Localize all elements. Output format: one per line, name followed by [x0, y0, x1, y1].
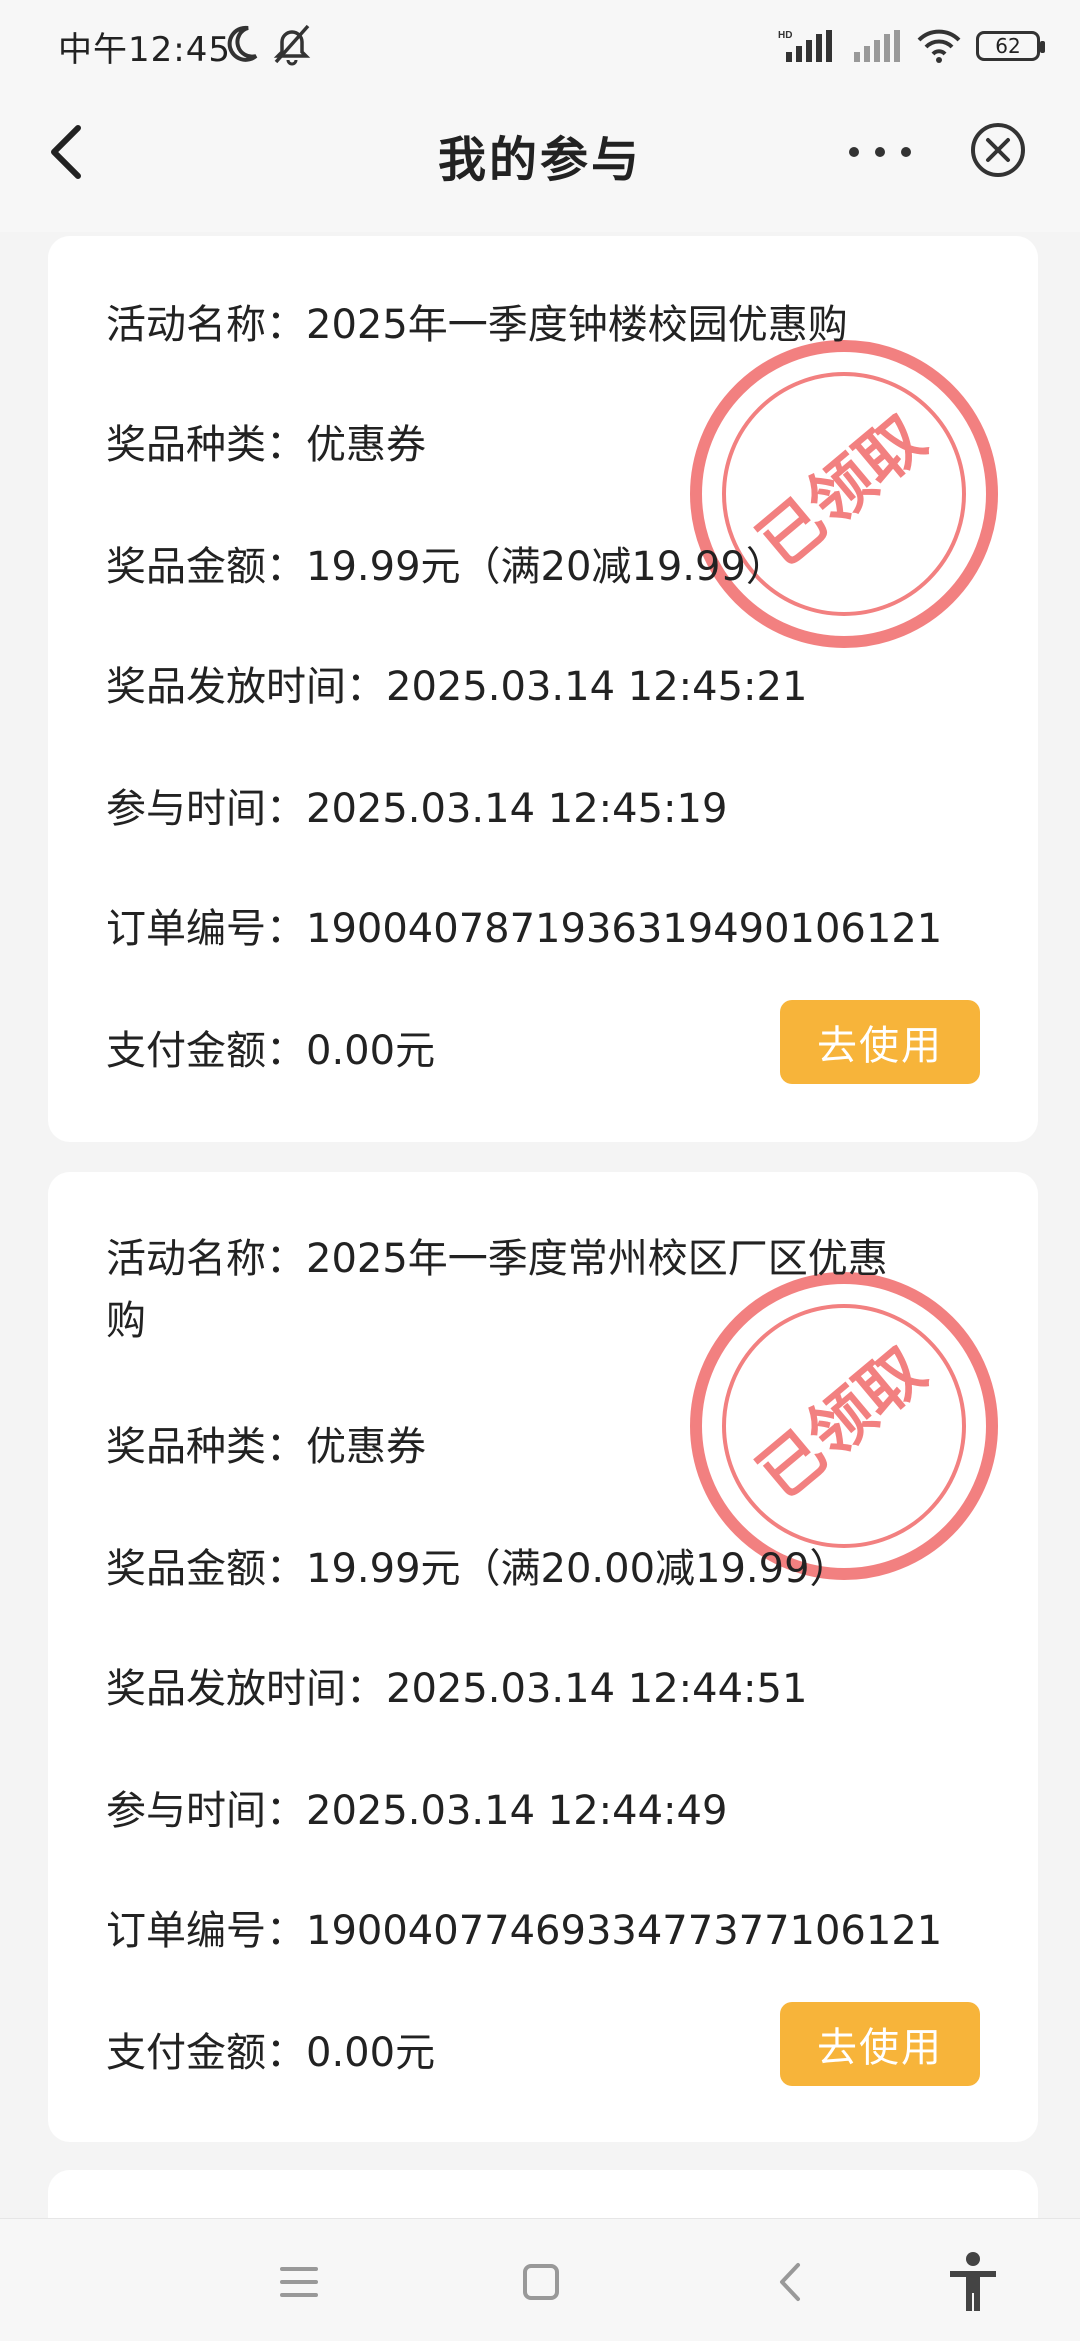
pay-amount-row: 支付金额：0.00元 [106, 1020, 435, 1082]
use-coupon-button[interactable]: 去使用 [780, 1000, 980, 1084]
prize-amount-label: 奖品金额： [106, 544, 306, 590]
use-coupon-button[interactable]: 去使用 [780, 2002, 980, 2086]
prize-type-row: 奖品种类：优惠券 [106, 414, 426, 476]
status-time: 中午12:45 [58, 30, 231, 70]
order-no-row: 订单编号：19004078719363194901​06121 [106, 898, 942, 960]
issue-time-label: 奖品发放时间： [106, 664, 386, 710]
prize-type-value: 优惠券 [306, 422, 426, 468]
issue-time-value: 2025.03.14 12:45:21 [386, 664, 808, 710]
prize-type-value: 优惠券 [306, 1424, 426, 1470]
status-icons: HD 62 [778, 26, 1045, 66]
participation-card: 已领取 活动名称：2025年一季度钟楼校园优惠购 奖品种类：优惠券 奖品金额：1… [48, 236, 1038, 1142]
order-no-value: 1900407746933477377106121 [306, 1908, 943, 1954]
activity-value: 2025年一季度钟楼校园优惠购 [306, 302, 848, 348]
prize-amount-value: 19.99元（满20.00减19.99） [306, 1546, 850, 1592]
activity-name-row: 活动名称：2025年一季度常州校区厂区优惠 [106, 1228, 888, 1290]
menu-icon[interactable] [264, 2247, 334, 2317]
join-time-label: 参与时间： [106, 786, 306, 832]
signal-icon [854, 30, 900, 62]
prize-type-label: 奖品种类： [106, 1424, 306, 1470]
claimed-stamp: 已领取 [690, 340, 998, 648]
battery-icon: 62 [976, 31, 1045, 61]
join-time-value: 2025.03.14 12:44:49 [306, 1788, 728, 1834]
join-time-label: 参与时间： [106, 1788, 306, 1834]
pay-amount-value: 0.00元 [306, 1028, 436, 1074]
prize-type-label: 奖品种类： [106, 422, 306, 468]
activity-label: 活动名称： [106, 1236, 306, 1282]
order-no-label: 订单编号： [106, 1908, 306, 1954]
join-time-value: 2025.03.14 12:45:19 [306, 786, 728, 832]
pay-amount-row: 支付金额：0.00元 [106, 2022, 435, 2084]
back-nav-icon[interactable] [756, 2247, 826, 2317]
accessibility-icon[interactable] [938, 2247, 1008, 2317]
prize-amount-row: 奖品金额：19.99元（满20减19.99） [106, 536, 786, 598]
app-header: 我的参与 [0, 92, 1080, 232]
activity-value-line2: 购 [106, 1298, 146, 1344]
close-circle-icon[interactable] [968, 110, 1028, 190]
stamp-text: 已领取 [745, 1334, 940, 1514]
bell-off-icon [273, 24, 311, 66]
prize-amount-row: 奖品金额：19.99元（满20.00减19.99） [106, 1538, 850, 1600]
pay-amount-label: 支付金额： [106, 1028, 306, 1074]
battery-level: 62 [995, 34, 1021, 58]
pay-amount-value: 0.00元 [306, 2030, 436, 2076]
order-no-label: 订单编号： [106, 906, 306, 952]
issue-time-row: 奖品发放时间：2025.03.14 12:44:51 [106, 1658, 807, 1720]
svg-text:HD: HD [778, 30, 792, 41]
issue-time-row: 奖品发放时间：2025.03.14 12:45:21 [106, 656, 807, 718]
home-square-icon[interactable] [506, 2247, 576, 2317]
moon-icon [227, 25, 258, 62]
issue-time-label: 奖品发放时间： [106, 1666, 386, 1712]
activity-name-row: 活动名称：2025年一季度钟楼校园优惠购 [106, 294, 848, 356]
prize-amount-value: 19.99元（满20减19.99） [306, 544, 786, 590]
join-time-row: 参与时间：2025.03.14 12:45:19 [106, 778, 727, 840]
claimed-stamp: 已领取 [690, 1272, 998, 1580]
issue-time-value: 2025.03.14 12:44:51 [386, 1666, 808, 1712]
activity-label: 活动名称： [106, 302, 306, 348]
prize-type-row: 奖品种类：优惠券 [106, 1416, 426, 1478]
hd-signal-icon: HD [778, 30, 832, 62]
order-no-value: 19004078719363194901​06121 [306, 906, 943, 952]
more-options-icon[interactable] [840, 122, 920, 182]
wifi-icon [917, 29, 961, 63]
system-nav-bar [0, 2218, 1080, 2341]
status-bar: 中午12:45 HD 62 [0, 0, 1080, 92]
activity-value-line1: 2025年一季度常州校区厂区优惠 [306, 1236, 888, 1282]
pay-amount-label: 支付金额： [106, 2030, 306, 2076]
prize-amount-label: 奖品金额： [106, 1546, 306, 1592]
join-time-row: 参与时间：2025.03.14 12:44:49 [106, 1780, 727, 1842]
activity-name-continued: 购 [106, 1290, 146, 1352]
participation-card: 已领取 活动名称：2025年一季度常州校区厂区优惠 购 奖品种类：优惠券 奖品金… [48, 1172, 1038, 2142]
order-no-row: 订单编号：1900407746933477377106121 [106, 1900, 942, 1962]
